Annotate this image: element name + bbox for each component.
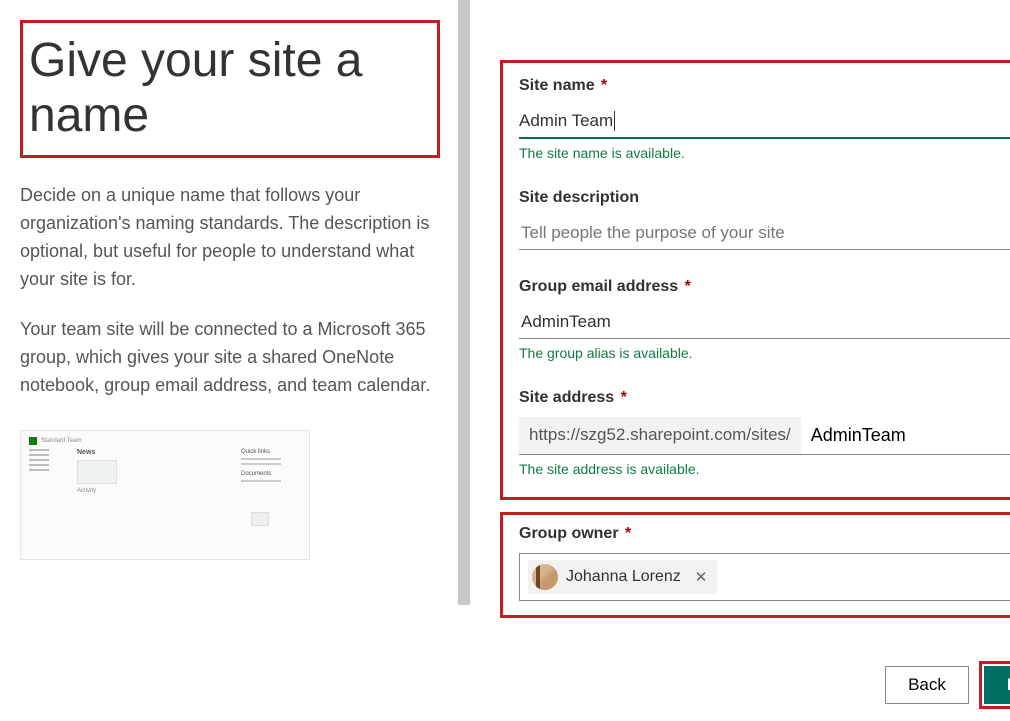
next-button[interactable]: Next [984, 666, 1010, 704]
site-preview-thumbnail: Standard Team News Activity Quick links … [20, 430, 310, 560]
owner-chip: Johanna Lorenz ✕ [528, 560, 717, 594]
avatar [532, 564, 558, 590]
description-2: Your team site will be connected to a Mi… [20, 316, 440, 400]
owner-highlight: Group owner * Johanna Lorenz ✕ [500, 512, 1010, 618]
site-address-validation: The site address is available. [519, 461, 1010, 477]
site-name-validation: The site name is available. [519, 145, 1010, 161]
site-desc-group: Site description [519, 189, 1010, 250]
scrollbar[interactable] [458, 0, 470, 605]
description-1: Decide on a unique name that follows you… [20, 182, 440, 294]
remove-owner-icon[interactable]: ✕ [695, 568, 708, 586]
group-email-validation: The group alias is available. [519, 345, 1010, 361]
group-email-group: Group email address * The group alias is… [519, 278, 1010, 361]
footer-buttons: Back Next [885, 661, 1010, 709]
owner-name: Johanna Lorenz [566, 568, 681, 586]
group-email-label: Group email address * [519, 278, 1010, 296]
group-owner-field[interactable]: Johanna Lorenz ✕ [519, 553, 1010, 601]
site-desc-input[interactable] [519, 217, 1010, 250]
page-title: Give your site a name [29, 33, 423, 143]
back-button[interactable]: Back [885, 666, 969, 704]
site-address-input[interactable] [801, 417, 1010, 454]
group-owner-label: Group owner * [519, 525, 1010, 543]
site-desc-label: Site description [519, 189, 1010, 207]
form-highlight: Site name * Admin Team The site name is … [500, 60, 1010, 500]
site-address-group: Site address * https://szg52.sharepoint.… [519, 389, 1010, 477]
site-address-prefix: https://szg52.sharepoint.com/sites/ [519, 417, 801, 454]
group-email-input[interactable] [519, 306, 1010, 339]
site-name-label: Site name * [519, 77, 1010, 95]
title-highlight: Give your site a name [20, 20, 440, 158]
site-name-group: Site name * Admin Team The site name is … [519, 77, 1010, 161]
next-highlight: Next [979, 661, 1010, 709]
site-address-label: Site address * [519, 389, 1010, 407]
site-name-value[interactable]: Admin Team [519, 105, 613, 137]
